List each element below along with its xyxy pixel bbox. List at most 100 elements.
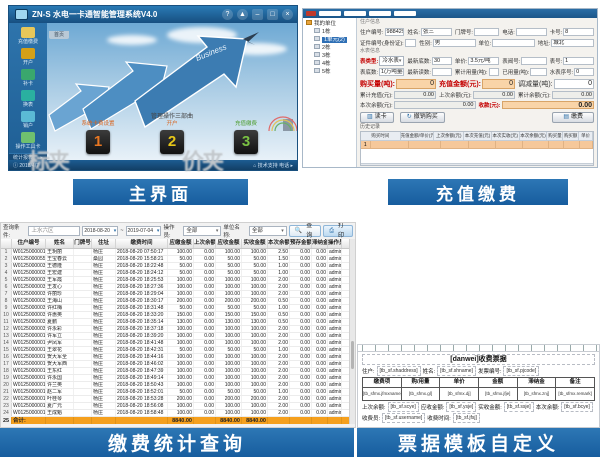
table-row[interactable]: 17W0125000001贺大军西杨庄2018-08-20 18:46:0210… — [1, 361, 349, 368]
field-input[interactable]: 男 — [433, 39, 476, 47]
field-input[interactable]: 张三 — [421, 28, 452, 36]
toolbar-field[interactable] — [369, 11, 391, 16]
template-row-placeholder[interactable]: [tb_sfmx.dj] — [440, 388, 479, 401]
sidebar-item-换表[interactable]: 换表 — [9, 90, 47, 108]
tab-home[interactable]: 首页 — [49, 31, 69, 39]
field-input[interactable]: 0.00 — [394, 91, 436, 99]
tree-node-4栋[interactable]: 4栋 — [306, 60, 356, 68]
template-col-header[interactable]: 单价 — [440, 378, 479, 388]
field-input[interactable]: 0.00 — [552, 91, 594, 99]
field-input[interactable]: 冷水表 — [379, 56, 404, 66]
stats-col-header[interactable]: 住址 — [92, 239, 116, 248]
stats-col-header[interactable]: 实收金额 — [242, 239, 268, 248]
field-input[interactable]: 0.00 — [473, 91, 515, 99]
date-from-picker[interactable]: 2018-08-20 — [82, 226, 118, 236]
stats-col-header[interactable]: 应收金额 — [216, 239, 242, 248]
table-row[interactable]: 18W0125000001王东红杨庄2018-08-20 18:47:39100… — [1, 368, 349, 375]
toolbar-field[interactable] — [394, 11, 416, 16]
search-button[interactable]: 🔍查询 — [289, 225, 321, 237]
tree-node-5栋[interactable]: 5栋 — [306, 68, 356, 76]
field-input[interactable] — [474, 28, 499, 36]
template-placeholder[interactable]: [tb_sf.shname] — [437, 366, 476, 376]
field-input[interactable]: 0 — [396, 79, 436, 89]
field-input[interactable]: 0 — [554, 79, 594, 89]
table-row[interactable]: 14W0125000001尹凤军杨庄2018-08-20 18:41:48100… — [1, 340, 349, 347]
stats-vscrollbar[interactable] — [349, 239, 355, 424]
field-input[interactable] — [432, 68, 452, 76]
sidebar-item-充值缴费[interactable]: 充值缴费 — [9, 27, 47, 45]
template-placeholder[interactable]: [tb_sf.shaddress] — [377, 366, 421, 376]
tree-node-1单元(2)[interactable]: 1单元(2) — [306, 36, 356, 44]
table-row[interactable]: 9W0125000003许红梅杨庄2018-08-20 18:31:4850.0… — [1, 305, 349, 312]
table-row[interactable]: 2W0125000055王宝春云桑园2018-08-20 15:58:2150.… — [1, 256, 349, 263]
stats-col-header[interactable]: 预存金额 — [290, 239, 312, 248]
field-input[interactable]: 城北 — [551, 39, 594, 47]
table-row[interactable]: 5W0125000003王军霞杨庄2018-08-20 18:25:53100.… — [1, 277, 349, 284]
field-input[interactable]: 1(万吨量程) — [379, 68, 404, 76]
template-col-header[interactable]: 金额 — [478, 378, 517, 388]
print-button[interactable]: ⎙打印 — [323, 225, 353, 237]
table-row[interactable]: 16W0125000001贺大军全杨庄2018-08-20 18:44:1610… — [1, 354, 349, 361]
stats-col-header[interactable]: 操作员 — [328, 239, 342, 248]
table-row[interactable]: 10W0125000003许惠英杨庄2018-08-20 18:33:20150… — [1, 312, 349, 319]
field-input[interactable]: 1 — [563, 57, 594, 65]
field-input[interactable] — [516, 28, 547, 36]
template-placeholder[interactable]: [tb_sf.bcye] — [561, 402, 593, 412]
toolbar-field[interactable] — [344, 11, 366, 16]
field-input[interactable]: 0.00 — [394, 101, 476, 109]
table-row[interactable]: 7W0125000003许丽珍杨庄2018-08-20 18:29:04100.… — [1, 291, 349, 298]
toolbar-button[interactable] — [306, 11, 316, 16]
step-number[interactable]: 3 — [234, 130, 258, 154]
query-input[interactable]: 上水六区 — [28, 226, 80, 236]
step-number[interactable]: 2 — [160, 130, 184, 154]
template-title[interactable]: [danwei]收费票据 — [362, 354, 595, 365]
field-input[interactable]: 30 — [432, 57, 452, 65]
sidebar-item-补卡[interactable]: 补卡 — [9, 69, 47, 87]
pay-button[interactable]: ▤缴费 — [552, 112, 594, 123]
history-hscrollbar[interactable] — [361, 163, 593, 166]
field-input[interactable]: 0 — [482, 79, 515, 89]
table-row[interactable]: 1W0125000001王玥丽杨庄2018-08-20 07:50:17100.… — [1, 249, 349, 256]
field-input[interactable] — [530, 68, 546, 76]
field-input[interactable]: 0 — [574, 68, 594, 76]
template-col-header[interactable]: 备注 — [556, 378, 595, 388]
field-input[interactable] — [521, 57, 546, 65]
template-placeholder[interactable]: [tb_sf.jfsj] — [453, 413, 480, 423]
table-row[interactable]: 12W0125000003许永彩杨庄2018-08-20 18:37:18100… — [1, 326, 349, 333]
template-col-header[interactable]: 缴费项 — [363, 378, 402, 388]
step-number[interactable]: 1 — [86, 130, 110, 154]
stats-col-header[interactable]: 上次余额 — [194, 239, 216, 248]
sidebar-item-开户[interactable]: 开户 — [9, 48, 47, 66]
date-to-picker[interactable]: 2019-07-04 — [126, 226, 162, 236]
template-placeholder[interactable]: [tb_sf.username] — [382, 413, 425, 423]
tree-node-1栋[interactable]: 1栋 — [306, 28, 356, 36]
table-row[interactable]: 22W0125000001叶桂琴杨庄2018-08-20 18:53:28200… — [1, 396, 349, 403]
template-row-placeholder[interactable]: [tb_sfmx.jfje] — [478, 388, 517, 401]
stats-col-header[interactable]: 应缴金额 — [168, 239, 194, 248]
template-row-placeholder[interactable]: [tb_sfmx.remark] — [556, 388, 595, 401]
table-row[interactable]: 3W0125000003王德隆杨庄2018-08-20 18:22:4850.0… — [1, 263, 349, 270]
undo-purchase-button[interactable]: ↻撤销购买 — [400, 112, 445, 123]
table-row[interactable]: 20W0125000001许兰英杨庄2018-08-20 18:50:43100… — [1, 382, 349, 389]
stats-total-row[interactable]: 25合计:8840.008840.008840.00 — [1, 417, 349, 424]
field-input[interactable] — [405, 39, 417, 47]
read-card-button[interactable]: ▥读卡 — [360, 112, 394, 123]
close-icon[interactable]: × — [282, 9, 293, 20]
stats-col-header[interactable]: 缴费时间 — [116, 239, 168, 248]
help-icon[interactable]: ? — [222, 9, 233, 20]
table-row[interactable]: 15W0125000001王翠花杨庄2018-08-20 18:42:3150.… — [1, 347, 349, 354]
tree-node-3栋[interactable]: 3栋 — [306, 52, 356, 60]
stats-col-header[interactable]: 滞纳金 — [312, 239, 328, 248]
stats-col-header[interactable]: 姓名 — [46, 239, 74, 248]
template-placeholder[interactable]: [tb_sf.scye] — [388, 402, 419, 412]
field-input[interactable]: 8 — [563, 28, 594, 36]
table-row[interactable]: 6W0125000003王发心杨庄2018-08-20 18:27:36100.… — [1, 284, 349, 291]
template-col-header[interactable]: 滞纳金 — [517, 378, 556, 388]
field-input[interactable]: 0.00 — [502, 101, 595, 109]
minimize-icon[interactable]: – — [252, 9, 263, 20]
field-input[interactable]: 98842960 — [385, 28, 405, 36]
table-row[interactable]: 4W0125000003王宏建杨庄2018-08-20 18:24:1250.0… — [1, 270, 349, 277]
table-row[interactable]: 19W0125000001许永国杨庄2018-08-20 18:49:14100… — [1, 375, 349, 382]
table-row[interactable]: 11W0125000003夏鹏杨庄2018-08-20 18:35:14130.… — [1, 319, 349, 326]
template-row-placeholder[interactable]: [tb_sfmx.znj] — [517, 388, 556, 401]
